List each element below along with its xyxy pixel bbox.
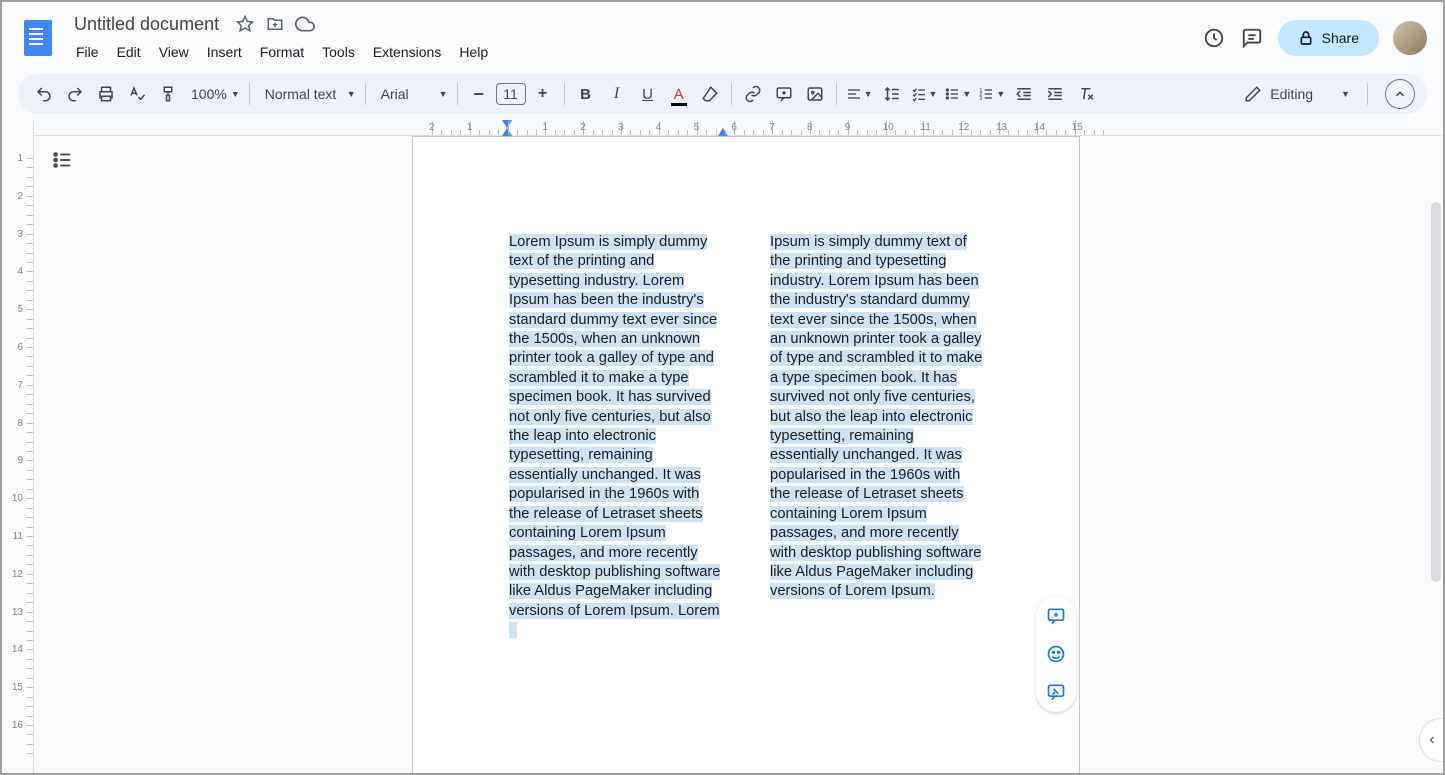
insert-link-button[interactable] [739,80,767,108]
menu-file[interactable]: File [68,40,107,64]
mode-dropdown[interactable]: Editing ▼ [1234,85,1360,103]
menu-insert[interactable]: Insert [199,40,250,64]
comments-icon[interactable] [1240,26,1264,50]
underline-button[interactable]: U [634,80,662,108]
insert-image-button[interactable] [801,80,829,108]
vertical-scrollbar[interactable] [1431,202,1441,582]
cloud-status-icon[interactable] [295,14,315,34]
selected-text: Ipsum is simply dummy text of the printi… [770,234,982,599]
star-icon[interactable] [235,14,255,34]
undo-button[interactable] [30,80,58,108]
menu-view[interactable]: View [151,40,197,64]
line-spacing-button[interactable] [878,80,906,108]
suggest-edits-icon[interactable] [1044,680,1068,704]
menu-tools[interactable]: Tools [314,40,363,64]
document-page[interactable]: Lorem Ipsum is simply dummy text of the … [412,136,1080,773]
decrease-indent-button[interactable] [1010,80,1038,108]
bold-button[interactable]: B [572,80,600,108]
docs-logo[interactable] [18,18,58,58]
menu-extensions[interactable]: Extensions [365,40,449,64]
increase-indent-button[interactable] [1041,80,1069,108]
align-dropdown[interactable]: ▼ [844,80,875,108]
explore-tab[interactable] [1419,718,1443,762]
svg-text:3: 3 [980,96,983,102]
clear-formatting-button[interactable] [1072,80,1100,108]
numbered-list-dropdown[interactable]: 123▼ [976,80,1007,108]
collapse-toolbar-button[interactable] [1385,79,1415,109]
menu-bar: File Edit View Insert Format Tools Exten… [68,40,1202,64]
font-size-decrease[interactable]: − [465,80,493,108]
add-comment-icon[interactable] [1044,604,1068,628]
font-dropdown[interactable]: Arial▼ [373,80,450,108]
horizontal-ruler[interactable]: 21123456789101112131415 [34,120,1443,136]
history-icon[interactable] [1202,26,1226,50]
share-button[interactable]: Share [1278,20,1379,56]
redo-button[interactable] [61,80,89,108]
side-action-bar [1036,596,1076,712]
italic-button[interactable]: I [603,80,631,108]
text-color-button[interactable]: A [665,80,693,108]
add-emoji-icon[interactable] [1044,642,1068,666]
toolbar: 100%▼ Normal text▼ Arial▼ − 11 + B I U A… [18,74,1427,114]
vertical-ruler[interactable]: 12345678910111213141516 [2,120,34,773]
column-2[interactable]: Ipsum is simply dummy text of the printi… [770,233,983,641]
paint-format-button[interactable] [154,80,182,108]
move-icon[interactable] [265,14,285,34]
font-size-increase[interactable]: + [529,80,557,108]
menu-format[interactable]: Format [252,40,312,64]
paragraph-style-dropdown[interactable]: Normal text▼ [257,80,358,108]
menu-edit[interactable]: Edit [109,40,149,64]
document-title[interactable]: Untitled document [68,12,225,37]
zoom-dropdown[interactable]: 100%▼ [185,80,242,108]
bulleted-list-dropdown[interactable]: ▼ [942,80,973,108]
insert-comment-button[interactable] [770,80,798,108]
font-size-input[interactable]: 11 [496,83,526,105]
share-label: Share [1322,30,1359,46]
menu-help[interactable]: Help [451,40,496,64]
column-1[interactable]: Lorem Ipsum is simply dummy text of the … [509,233,722,641]
highlight-button[interactable] [696,80,724,108]
checklist-dropdown[interactable]: ▼ [909,80,940,108]
selected-text: Lorem Ipsum is simply dummy text of the … [509,234,720,619]
outline-toggle-icon[interactable] [48,148,76,172]
spellcheck-button[interactable] [123,80,151,108]
user-avatar[interactable] [1393,21,1427,55]
print-button[interactable] [92,80,120,108]
